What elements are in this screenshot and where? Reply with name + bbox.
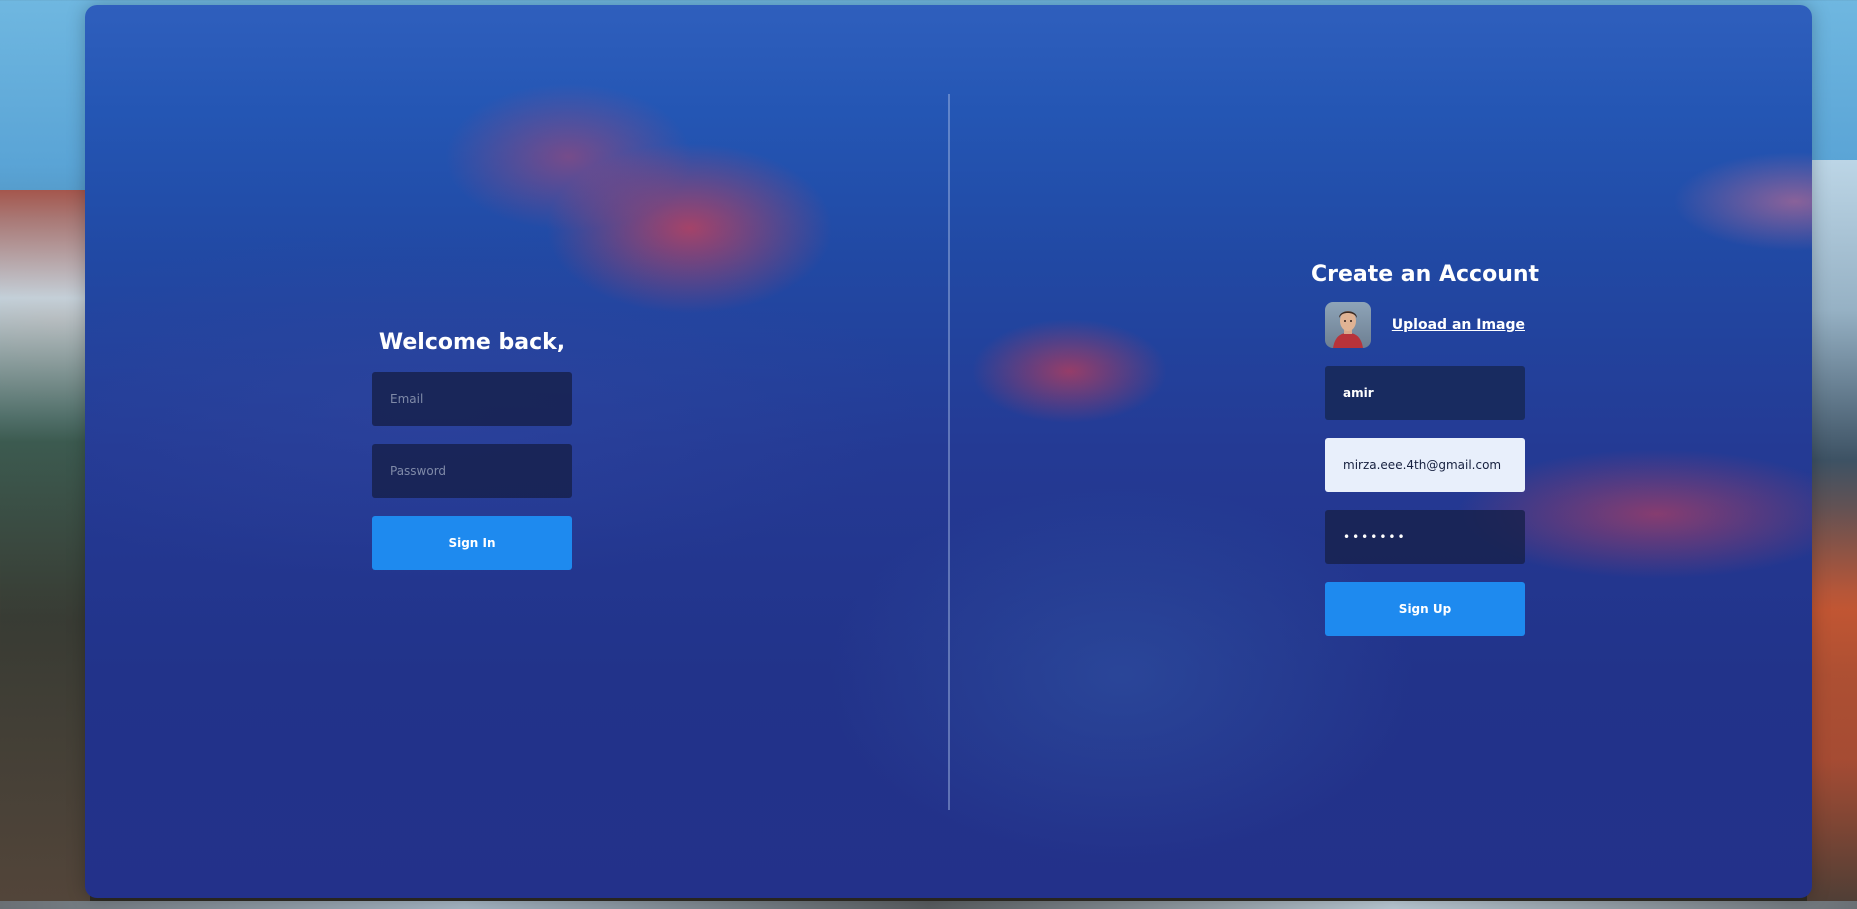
upload-image-link[interactable]: Upload an Image: [1392, 317, 1525, 333]
background-scenery-bottom: [0, 901, 1857, 909]
background-scenery-left: [0, 190, 90, 909]
avatar[interactable]: [1325, 302, 1371, 348]
signup-name-input[interactable]: [1325, 366, 1525, 420]
login-title: Welcome back,: [378, 330, 566, 355]
signup-password-input[interactable]: [1325, 510, 1525, 564]
login-email-input[interactable]: [372, 372, 572, 426]
login-form: Welcome back, Sign In: [372, 328, 572, 570]
auth-card: Welcome back, Sign In Create an Account: [85, 5, 1812, 898]
sign-in-button[interactable]: Sign In: [372, 516, 572, 570]
upload-image-row: Upload an Image: [1325, 302, 1525, 348]
signup-email-input[interactable]: [1325, 438, 1525, 492]
signup-form: Create an Account Upload an Image amir m…: [1311, 260, 1539, 636]
background-scenery-right: [1807, 160, 1857, 909]
login-password-input[interactable]: [372, 444, 572, 498]
signup-title: Create an Account: [1310, 262, 1540, 287]
panel-divider: [948, 94, 950, 810]
sign-up-button[interactable]: Sign Up: [1325, 582, 1525, 636]
